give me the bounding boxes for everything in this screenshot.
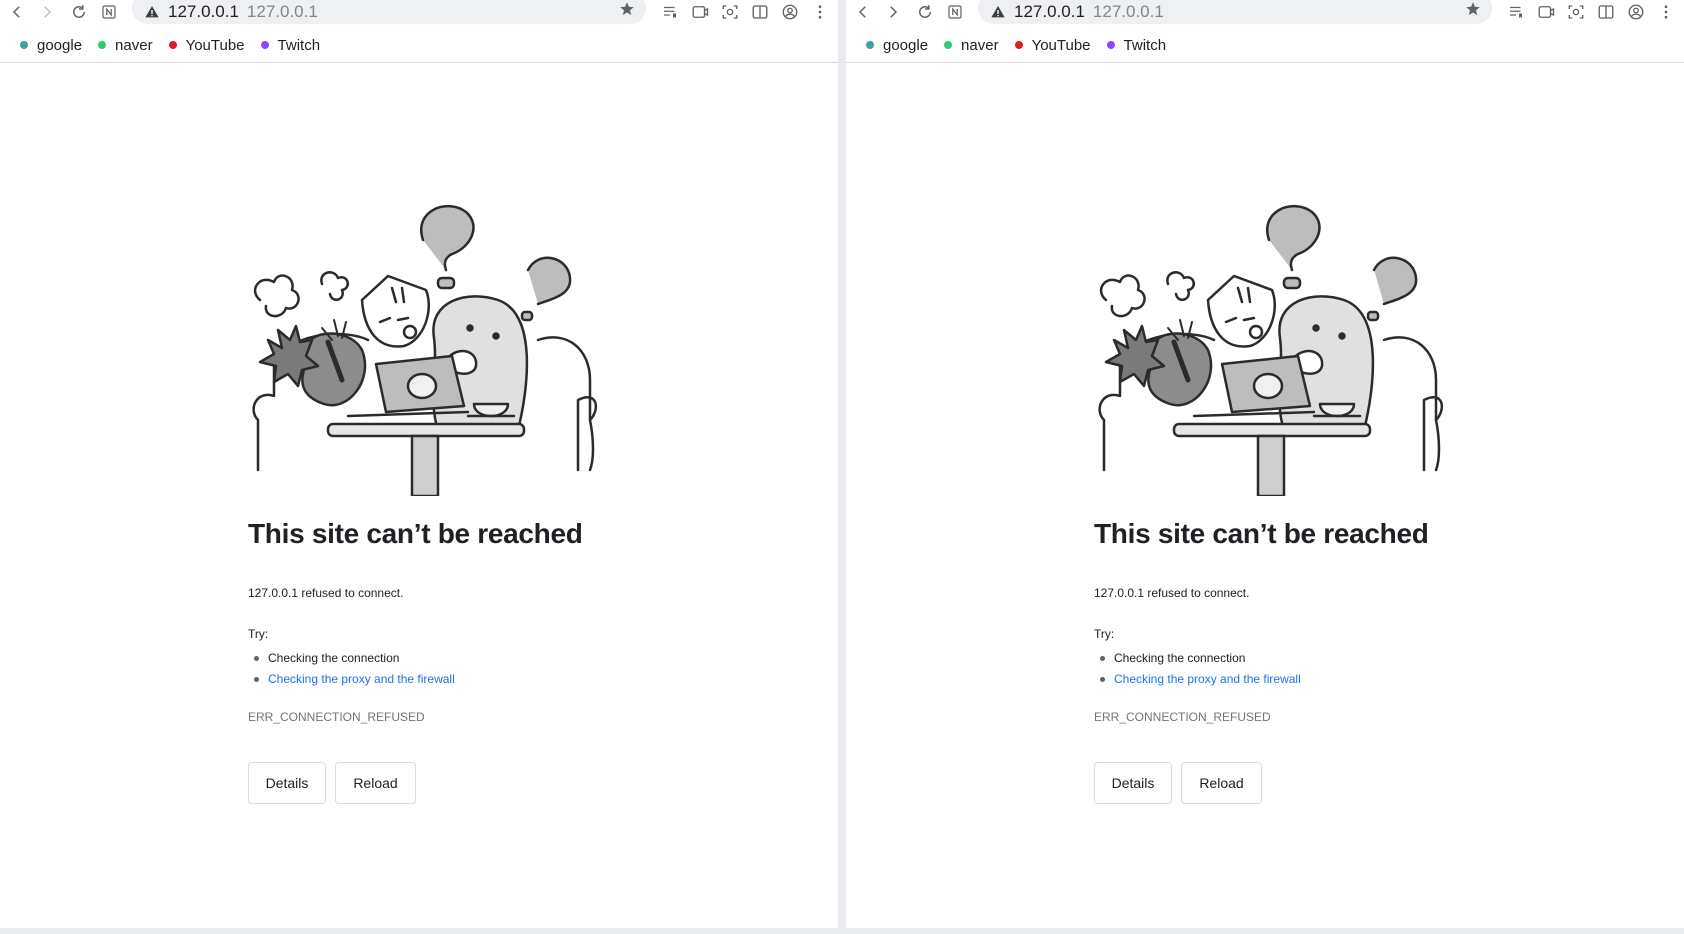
reload-button[interactable]: Reload xyxy=(1181,762,1262,804)
menu-icon[interactable] xyxy=(810,2,830,22)
bookmark-label: naver xyxy=(115,36,153,54)
bookmark-star-icon[interactable] xyxy=(618,0,636,18)
forward-icon[interactable] xyxy=(880,0,906,24)
favicon-dot-icon xyxy=(1106,41,1115,49)
browser-pane-left: 127.0.0.1 127.0.0.1 google naver YouTube… xyxy=(0,0,838,932)
bookmark-twitch[interactable]: Twitch xyxy=(1103,36,1167,54)
address-host: 127.0.0.1 xyxy=(1014,2,1085,21)
browser-toolbar: 127.0.0.1 127.0.0.1 xyxy=(0,0,838,24)
suggestions-list: Checking the connection Checking the pro… xyxy=(248,648,455,690)
screenshot-icon[interactable] xyxy=(720,2,740,22)
suggestions-list: Checking the connection Checking the pro… xyxy=(1094,648,1301,690)
address-path: 127.0.0.1 xyxy=(246,2,318,21)
suggestion-link-proxy-firewall[interactable]: Checking the proxy and the firewall xyxy=(1094,669,1301,690)
bookmark-label: YouTube xyxy=(1031,36,1091,54)
try-label: Try: xyxy=(248,627,269,641)
error-message: 127.0.0.1 refused to connect. xyxy=(248,586,404,600)
toolbar-divider xyxy=(0,62,838,63)
error-title: This site can’t be reached xyxy=(1094,518,1429,549)
profile-icon[interactable] xyxy=(1626,2,1646,22)
bottom-border xyxy=(0,928,1684,934)
menu-icon[interactable] xyxy=(1656,2,1676,22)
reload-icon[interactable] xyxy=(66,0,92,24)
error-title: This site can’t be reached xyxy=(248,518,583,549)
favicon-dot-icon xyxy=(260,41,269,49)
error-message: 127.0.0.1 refused to connect. xyxy=(1094,586,1250,600)
favicon-dot-icon xyxy=(866,41,874,49)
error-code: ERR_CONNECTION_REFUSED xyxy=(1094,710,1271,724)
error-illustration xyxy=(252,204,598,496)
favicon-dot-icon xyxy=(944,41,953,49)
browser-pane-right: 127.0.0.1 127.0.0.1 google naver YouTube… xyxy=(846,0,1684,932)
suggestion-text: Checking the connection xyxy=(268,651,400,665)
favicon-dot-icon xyxy=(168,41,177,49)
reload-button[interactable]: Reload xyxy=(335,762,416,804)
side-panel-icon[interactable] xyxy=(750,2,770,22)
split-view-divider[interactable] xyxy=(838,0,846,934)
suggestion-text[interactable]: Checking the proxy and the firewall xyxy=(268,669,455,690)
browser-toolbar: 127.0.0.1 127.0.0.1 xyxy=(846,0,1684,24)
bookmark-star-icon[interactable] xyxy=(1464,0,1482,18)
try-label: Try: xyxy=(1094,627,1115,641)
address-bar[interactable]: 127.0.0.1 127.0.0.1 xyxy=(132,0,646,24)
favicon-dot-icon xyxy=(20,41,28,49)
bookmarks-bar: google naver YouTube Twitch xyxy=(16,34,332,56)
bookmark-google[interactable]: google xyxy=(16,37,82,54)
forward-icon[interactable] xyxy=(34,0,60,24)
address-path: 127.0.0.1 xyxy=(1092,2,1164,21)
suggestion-link-proxy-firewall[interactable]: Checking the proxy and the firewall xyxy=(248,669,455,690)
bookmark-naver[interactable]: naver xyxy=(940,37,999,54)
suggestion-item: Checking the connection xyxy=(1094,648,1301,669)
notion-icon[interactable] xyxy=(942,0,968,24)
suggestion-item: Checking the connection xyxy=(248,648,455,669)
bookmark-label: google xyxy=(37,36,83,54)
bookmark-label: Twitch xyxy=(1123,36,1167,54)
toolbar-divider xyxy=(846,62,1684,63)
favicon-dot-icon xyxy=(1014,41,1023,49)
suggestion-text: Checking the connection xyxy=(1114,651,1246,665)
video-icon[interactable] xyxy=(1536,2,1556,22)
bookmark-youtube[interactable]: YouTube xyxy=(165,37,245,54)
side-panel-icon[interactable] xyxy=(1596,2,1616,22)
suggestion-text[interactable]: Checking the proxy and the firewall xyxy=(1114,669,1301,690)
bullet-icon xyxy=(254,656,259,661)
not-secure-icon[interactable] xyxy=(144,4,160,20)
reload-icon[interactable] xyxy=(912,0,938,24)
bookmark-label: Twitch xyxy=(277,36,321,54)
favicon-dot-icon xyxy=(98,41,107,49)
details-button[interactable]: Details xyxy=(248,762,326,804)
bookmark-label: YouTube xyxy=(185,36,245,54)
bookmark-naver[interactable]: naver xyxy=(94,37,153,54)
back-icon[interactable] xyxy=(850,0,876,24)
not-secure-icon[interactable] xyxy=(990,4,1006,20)
error-illustration xyxy=(1098,204,1444,496)
screenshot-icon[interactable] xyxy=(1566,2,1586,22)
bullet-icon xyxy=(1100,656,1105,661)
bookmark-label: google xyxy=(883,36,929,54)
bookmark-google[interactable]: google xyxy=(862,37,928,54)
profile-icon[interactable] xyxy=(780,2,800,22)
bookmarks-bar: google naver YouTube Twitch xyxy=(862,34,1178,56)
video-icon[interactable] xyxy=(690,2,710,22)
details-button[interactable]: Details xyxy=(1094,762,1172,804)
address-bar[interactable]: 127.0.0.1 127.0.0.1 xyxy=(978,0,1492,24)
back-icon[interactable] xyxy=(4,0,30,24)
reading-list-icon[interactable] xyxy=(660,2,680,22)
bookmark-twitch[interactable]: Twitch xyxy=(257,36,321,54)
address-host: 127.0.0.1 xyxy=(168,2,239,21)
bookmark-youtube[interactable]: YouTube xyxy=(1011,37,1091,54)
bullet-icon xyxy=(1100,677,1105,682)
notion-icon[interactable] xyxy=(96,0,122,24)
bullet-icon xyxy=(254,677,259,682)
error-code: ERR_CONNECTION_REFUSED xyxy=(248,710,425,724)
bookmark-label: naver xyxy=(961,36,999,54)
reading-list-icon[interactable] xyxy=(1506,2,1526,22)
